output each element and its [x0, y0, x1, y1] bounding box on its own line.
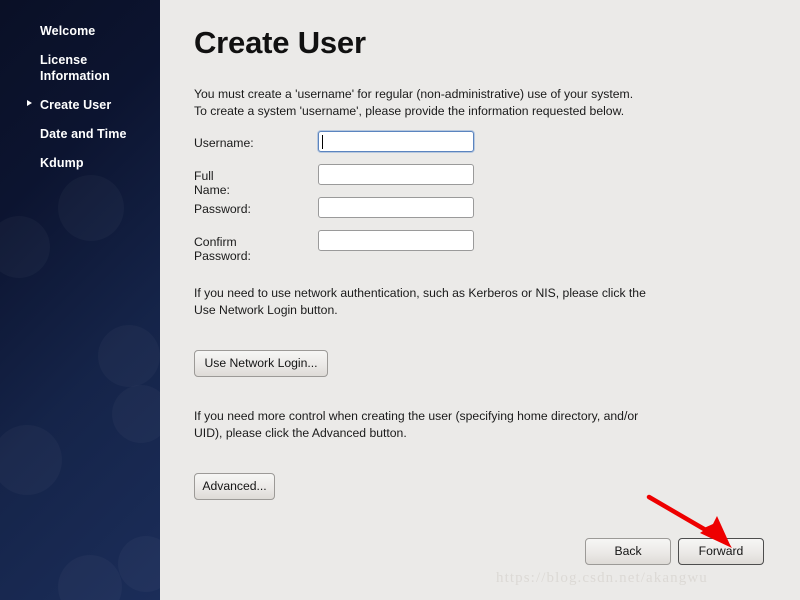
sidebar-nav: Welcome License Information Create User … — [0, 0, 160, 170]
sidebar-item-create-user[interactable]: Create User — [0, 94, 160, 116]
back-button[interactable]: Back — [585, 538, 671, 565]
password-input[interactable] — [318, 197, 474, 218]
decorative-bubble — [58, 175, 124, 241]
fullname-input[interactable] — [318, 164, 474, 185]
sidebar-item-label: License Information — [40, 53, 110, 83]
watermark-text: https://blog.csdn.net/akangwu — [496, 570, 708, 586]
decorative-bubble — [118, 536, 160, 592]
password-label: Password: — [194, 202, 251, 216]
intro-text: You must create a 'username' for regular… — [194, 87, 634, 118]
username-label: Username: — [194, 136, 254, 150]
sidebar-item-date-and-time[interactable]: Date and Time — [0, 123, 160, 145]
use-network-login-button[interactable]: Use Network Login... — [194, 350, 328, 377]
decorative-bubble — [0, 425, 62, 495]
text-caret — [322, 135, 323, 149]
sidebar-item-label: Create User — [40, 98, 112, 112]
decorative-bubble — [0, 216, 50, 278]
sidebar-item-label: Welcome — [40, 24, 96, 38]
page-title: Create User — [194, 25, 366, 60]
sidebar-item-license-information[interactable]: License Information — [0, 49, 160, 87]
decorative-bubble — [58, 555, 122, 600]
confirm-password-input[interactable] — [318, 230, 474, 251]
confirm-password-label: Confirm Password: — [194, 235, 251, 263]
sidebar-item-kdump[interactable]: Kdump — [0, 152, 160, 174]
fullname-label: Full Name: — [194, 169, 230, 197]
decorative-bubble — [98, 325, 160, 387]
advanced-help-text: If you need more control when creating t… — [194, 409, 639, 440]
decorative-bubble — [112, 385, 160, 443]
sidebar: Welcome License Information Create User … — [0, 0, 160, 600]
advanced-button[interactable]: Advanced... — [194, 473, 275, 500]
current-step-arrow-icon — [27, 100, 32, 106]
network-auth-text: If you need to use network authenticatio… — [194, 286, 646, 317]
forward-button[interactable]: Forward — [678, 538, 764, 565]
sidebar-item-welcome[interactable]: Welcome — [0, 20, 160, 42]
sidebar-item-label: Kdump — [40, 156, 84, 170]
sidebar-item-label: Date and Time — [40, 127, 127, 141]
username-input[interactable] — [318, 131, 474, 152]
installer-window: Welcome License Information Create User … — [0, 0, 800, 600]
main-content: Create User You must create a 'username'… — [160, 0, 800, 600]
